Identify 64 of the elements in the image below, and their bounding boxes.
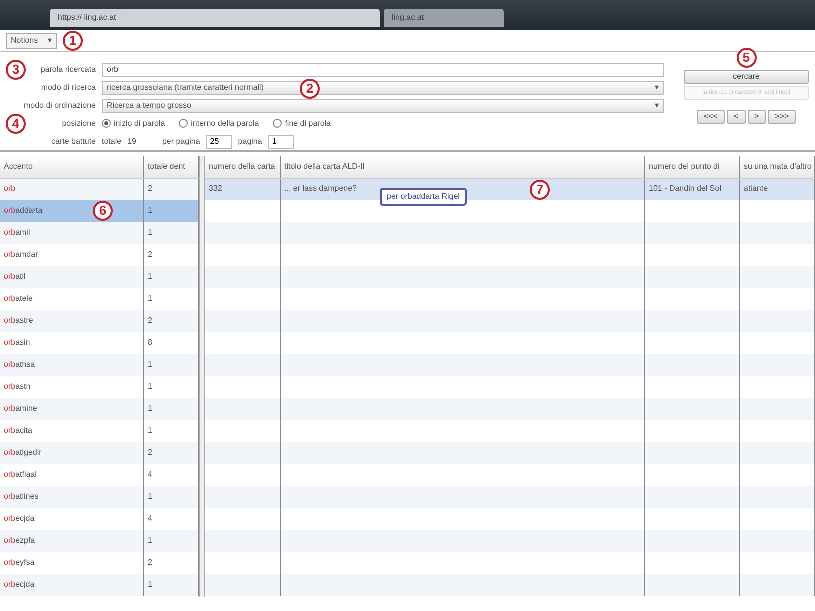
- search-field[interactable]: orb: [102, 62, 664, 76]
- radio-option[interactable]: interno della parola: [179, 118, 260, 130]
- table-cell: 332: [205, 178, 280, 200]
- page-field[interactable]: 1: [268, 134, 294, 148]
- count-cell: 2: [144, 442, 198, 464]
- dropdown-arrow-icon: ▾: [655, 100, 659, 112]
- browser-tab[interactable]: ling.ac.at: [384, 9, 504, 27]
- field-label: parola ricercata: [40, 64, 96, 76]
- word-cell[interactable]: orbecjda: [0, 574, 144, 596]
- count-cell: 1: [144, 200, 198, 222]
- count-cell: 1: [144, 266, 198, 288]
- callout-number: 1: [63, 30, 84, 50]
- word-cell[interactable]: orbathsa: [0, 354, 144, 376]
- word-cell[interactable]: orbatlgedir: [0, 442, 144, 464]
- table-cell: atiante: [740, 178, 814, 200]
- field-label: pagina: [238, 136, 262, 148]
- callout-number: 5: [736, 48, 756, 68]
- word-cell[interactable]: orbezpfa: [0, 530, 144, 552]
- pager-button[interactable]: >>>: [768, 110, 796, 124]
- pager-button[interactable]: <<<: [696, 110, 725, 124]
- per-page-field[interactable]: 25: [206, 134, 232, 148]
- count-cell: 1: [144, 222, 198, 244]
- column-header[interactable]: Accento: [0, 156, 144, 178]
- table-cell: 101 - Dandin del Sol: [644, 178, 740, 200]
- column-header[interactable]: titolo della carta ALD-II: [280, 156, 644, 178]
- word-cell[interactable]: orbastre: [0, 310, 144, 332]
- menu-dropdown[interactable]: Notions ▾: [6, 32, 58, 48]
- field-label: modo di ricerca: [40, 82, 96, 94]
- count-cell: 1: [144, 530, 198, 552]
- count-cell: 1: [144, 398, 198, 420]
- total-value: 19: [128, 136, 136, 148]
- callout-number: 4: [6, 114, 26, 134]
- callout-number: 2: [300, 79, 320, 99]
- count-cell: 1: [144, 486, 198, 508]
- count-cell: 2: [144, 178, 198, 200]
- field-label: modo di ordinazione: [22, 100, 96, 112]
- pager-button[interactable]: <: [726, 110, 746, 124]
- caret-icon: ▾: [48, 34, 52, 46]
- field-label: per pagina: [162, 136, 200, 148]
- word-cell[interactable]: orbamine: [0, 398, 144, 420]
- column-header[interactable]: totale dent: [144, 156, 198, 178]
- count-cell: 1: [144, 354, 198, 376]
- pager-button[interactable]: >: [748, 110, 766, 124]
- tooltip: per orbaddarta Rigel: [380, 188, 467, 206]
- word-cell[interactable]: orbatlines: [0, 486, 144, 508]
- column-header[interactable]: su una mata d'altro: [740, 156, 814, 178]
- browser-tab[interactable]: https:// ling.ac.at: [50, 9, 380, 27]
- word-cell[interactable]: orbamil: [0, 222, 144, 244]
- word-cell[interactable]: orb: [0, 178, 144, 200]
- word-cell[interactable]: orbatil: [0, 266, 144, 288]
- field-label: carte battute: [50, 136, 96, 148]
- select-field[interactable]: Ricerca a tempo grosso ▾: [102, 98, 664, 112]
- dropdown-arrow-icon: ▾: [655, 82, 659, 94]
- radio-option[interactable]: fine di parola: [273, 118, 331, 130]
- splitter[interactable]: [200, 156, 205, 597]
- field-label: posizione: [61, 118, 96, 130]
- radio-option[interactable]: inizio di parola: [102, 118, 166, 130]
- callout-number: 3: [6, 60, 26, 80]
- column-header[interactable]: numero della carta: [205, 156, 280, 178]
- column-header[interactable]: numero del punto di: [644, 156, 740, 178]
- total-label: totale: [102, 136, 122, 148]
- count-cell: 2: [144, 310, 198, 332]
- search-button[interactable]: cercare: [684, 70, 809, 84]
- count-cell: 1: [144, 574, 198, 596]
